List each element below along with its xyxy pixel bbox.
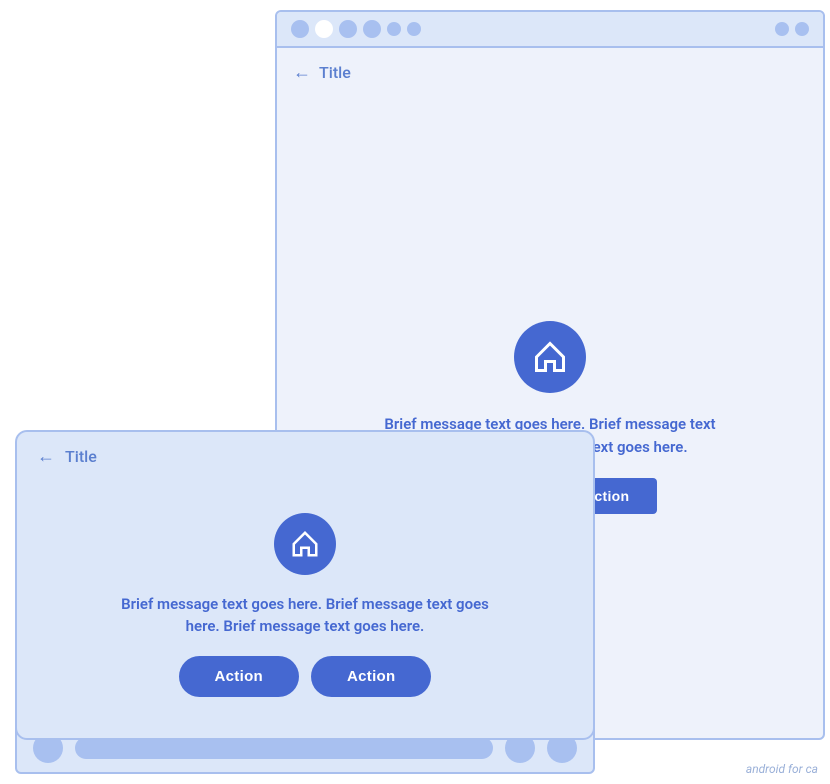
status-dot-right-2 [795, 22, 809, 36]
front-screen-action-button-1[interactable]: Action [179, 656, 299, 697]
status-bar-right [775, 22, 809, 36]
front-screen-action-button-2[interactable]: Action [311, 656, 431, 697]
front-screen-actions: Action Action [179, 656, 432, 697]
status-bar-left [291, 20, 421, 38]
front-screen-content: Brief message text goes here. Brief mess… [17, 481, 593, 738]
back-arrow-icon[interactable]: ← [293, 62, 311, 83]
back-screen-app-bar: ← Title [277, 48, 823, 97]
front-screen-icon-circle [274, 513, 336, 575]
status-dot-2 [315, 20, 333, 38]
status-dot-3 [339, 20, 357, 38]
nav-pill [75, 737, 493, 759]
home-icon [532, 339, 568, 375]
back-screen-icon-circle [514, 321, 586, 393]
status-dot-1 [291, 20, 309, 38]
status-dot-right-1 [775, 22, 789, 36]
status-dot-5 [387, 22, 401, 36]
front-screen-app-bar: ← Title [17, 432, 593, 481]
status-dot-6 [407, 22, 421, 36]
back-screen-title: Title [319, 63, 351, 82]
front-screen-title: Title [65, 447, 97, 466]
status-bar [277, 12, 823, 48]
front-back-arrow-icon[interactable]: ← [37, 446, 55, 467]
front-screen-message: Brief message text goes here. Brief mess… [105, 593, 505, 638]
status-dot-4 [363, 20, 381, 38]
front-screen: ← Title Brief message text goes here. Br… [15, 430, 595, 740]
home-icon [290, 529, 320, 559]
watermark-text: android for ca [746, 762, 818, 776]
